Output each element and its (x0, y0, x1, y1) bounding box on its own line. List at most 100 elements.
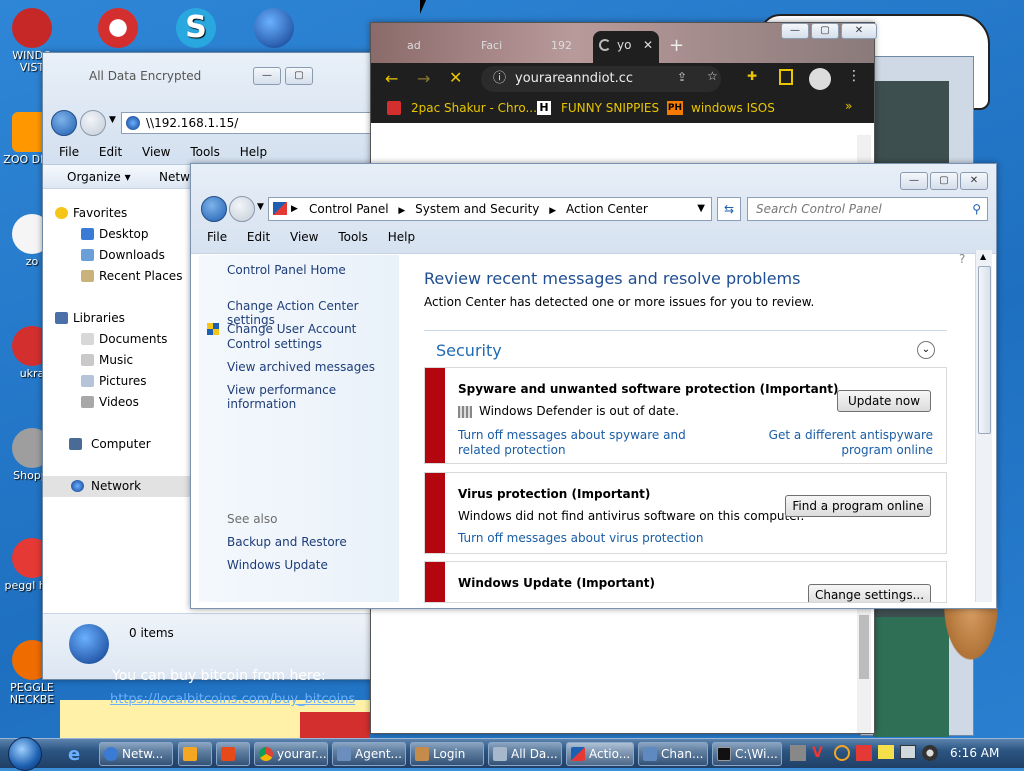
menu-tools[interactable]: Tools (190, 145, 220, 159)
bitcoin-link[interactable]: https://localbitcoins.com/buy_bitcoins (110, 692, 355, 707)
link-backup-and-restore[interactable]: Backup and Restore (227, 535, 347, 549)
link-change-uac-settings[interactable]: Change User Account Control settings (227, 322, 397, 352)
section-security-title[interactable]: Security (436, 341, 502, 360)
menu-help[interactable]: Help (240, 145, 267, 159)
menu-tools[interactable]: Tools (338, 230, 368, 244)
address-bar[interactable]: \\192.168.1.15/ (121, 112, 371, 134)
bookmarks-overflow[interactable]: » (845, 99, 852, 113)
ie-icon[interactable]: e (68, 744, 80, 765)
scrollbar-thumb[interactable] (978, 266, 991, 434)
help-icon[interactable]: ? (959, 252, 965, 266)
chevron-down-icon[interactable]: ▼ (109, 115, 116, 125)
organize-button[interactable]: Organize ▾ (67, 165, 131, 189)
desktop-icon-p[interactable] (88, 8, 148, 50)
nav-desktop[interactable]: Desktop (43, 224, 191, 245)
link-control-panel-home[interactable]: Control Panel Home (227, 263, 346, 277)
link-view-archived-messages[interactable]: View archived messages (227, 360, 375, 374)
nav-recent-places[interactable]: Recent Places (43, 266, 191, 287)
minimize-button[interactable]: — (900, 172, 928, 190)
nav-pictures[interactable]: Pictures (43, 371, 191, 392)
menu-edit[interactable]: Edit (247, 230, 270, 244)
new-tab-button[interactable]: + (669, 35, 684, 56)
menu-file[interactable]: File (59, 145, 79, 159)
nav-documents[interactable]: Documents (43, 329, 191, 350)
update-now-button[interactable]: Update now (837, 390, 931, 412)
site-info-icon[interactable]: ⓘ (493, 66, 506, 92)
taskbar-chrome[interactable]: yourar... (254, 742, 328, 766)
forward-button[interactable] (80, 110, 106, 136)
minimize-button[interactable]: — (253, 67, 281, 85)
maximize-button[interactable]: ▢ (811, 23, 839, 39)
taskbar-app2[interactable] (216, 742, 250, 766)
clock[interactable]: 6:16 AM (950, 746, 999, 760)
taskbar-agent[interactable]: Agent... (332, 742, 406, 766)
close-button[interactable]: ✕ (841, 23, 877, 39)
favorites-header[interactable]: Favorites (43, 203, 191, 224)
nav-network[interactable]: Network (43, 476, 191, 497)
maximize-button[interactable]: ▢ (930, 172, 958, 190)
bookmark-star-icon[interactable]: ☆ (707, 69, 718, 83)
start-button[interactable] (8, 737, 42, 771)
nav-music[interactable]: Music (43, 350, 191, 371)
maximize-button[interactable]: ▢ (285, 67, 313, 85)
share-icon[interactable]: ⇪ (677, 70, 687, 84)
vertical-scrollbar[interactable]: ▲ (975, 250, 992, 602)
back-button[interactable] (201, 196, 227, 222)
stop-icon[interactable]: ✕ (449, 68, 462, 87)
scroll-up-icon[interactable]: ▲ (980, 252, 986, 261)
side-panel-icon[interactable] (779, 69, 793, 85)
link-turn-off-virus-messages[interactable]: Turn off messages about virus protection (458, 531, 703, 545)
forward-arrow-icon[interactable]: → (417, 69, 430, 88)
section-collapse-icon[interactable]: ⌄ (917, 341, 935, 359)
nav-computer[interactable]: Computer (43, 434, 191, 455)
recent-pages-icon[interactable]: ▼ (257, 202, 264, 212)
tab-close-icon[interactable]: ✕ (643, 31, 653, 59)
desktop-icon-skype[interactable]: S (166, 8, 226, 50)
taskbar-network[interactable]: Netw... (99, 742, 173, 766)
tray-volume-icon[interactable] (922, 745, 938, 761)
search-icon[interactable]: ⚲ (972, 198, 981, 220)
tab-3[interactable]: 192 (525, 33, 591, 59)
tab-1[interactable]: ad (377, 33, 455, 59)
menu-file[interactable]: File (207, 230, 227, 244)
forward-button[interactable] (229, 196, 255, 222)
profile-avatar[interactable] (809, 68, 831, 90)
tab-active[interactable]: yo ✕ (593, 31, 659, 63)
taskbar-cmd[interactable]: C:\Wi... (712, 742, 782, 766)
tray-app-icon[interactable] (790, 745, 806, 761)
tray-search-icon[interactable] (834, 745, 850, 761)
menu-view[interactable]: View (142, 145, 170, 159)
bookmark-funny-snippies[interactable]: H FUNNY SNIPPIES (537, 101, 659, 115)
tray-monitor-icon[interactable] (900, 745, 916, 759)
breadcrumb-control-panel[interactable]: Control Panel (309, 202, 389, 216)
breadcrumb-system-security[interactable]: System and Security (415, 202, 539, 216)
minimize-button[interactable]: — (781, 23, 809, 39)
tab-2[interactable]: Faci (455, 33, 525, 59)
tray-flag-icon[interactable] (856, 745, 872, 761)
bookmark-windows-isos[interactable]: PH windows ISOS (667, 101, 775, 115)
menu-view[interactable]: View (290, 230, 318, 244)
change-settings-button[interactable]: Change settings... (808, 584, 931, 602)
refresh-button[interactable]: ⇆ (717, 197, 741, 221)
taskbar-all-data[interactable]: All Da... (488, 742, 562, 766)
link-turn-off-spyware-messages[interactable]: Turn off messages about spyware and rela… (458, 428, 718, 458)
back-button[interactable] (51, 110, 77, 136)
bookmark-2pac[interactable]: 2pac Shakur - Chro... (387, 101, 537, 115)
libraries-header[interactable]: Libraries (43, 308, 191, 329)
taskbar-login[interactable]: Login (410, 742, 484, 766)
nav-videos[interactable]: Videos (43, 392, 191, 413)
nav-downloads[interactable]: Downloads (43, 245, 191, 266)
tray-notes-icon[interactable] (878, 745, 894, 759)
kebab-menu-icon[interactable]: ⋮ (847, 68, 861, 84)
taskbar-change[interactable]: Chan... (638, 742, 708, 766)
taskbar-action-center[interactable]: Actio... (566, 742, 634, 766)
back-arrow-icon[interactable]: ← (385, 69, 398, 88)
find-program-online-button[interactable]: Find a program online (785, 495, 931, 517)
close-button[interactable]: ✕ (960, 172, 988, 190)
link-windows-update[interactable]: Windows Update (227, 558, 328, 572)
link-view-performance-information[interactable]: View performance information (227, 383, 399, 411)
tray-v-icon[interactable]: V (812, 745, 828, 761)
link-get-antispyware[interactable]: Get a different antispyware program onli… (725, 428, 933, 458)
menu-help[interactable]: Help (388, 230, 415, 244)
breadcrumb-dropdown-icon[interactable]: ▼ (697, 198, 705, 220)
